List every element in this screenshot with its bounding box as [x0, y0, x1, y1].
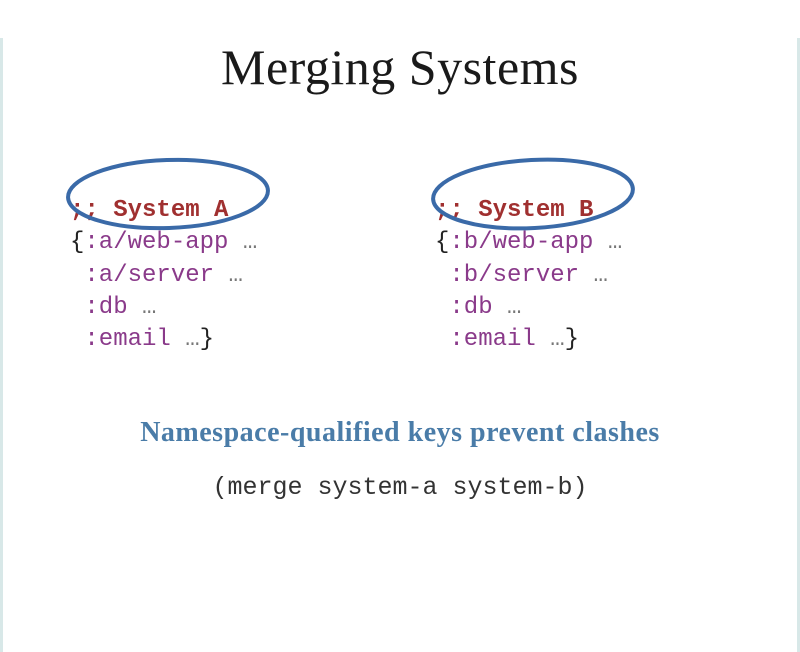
system-b-comment: ;; System B — [435, 197, 593, 224]
key-b-email: :email — [449, 326, 535, 353]
close-brace-a: } — [200, 326, 214, 353]
system-a-comment: ;; System A — [70, 197, 228, 224]
key-b-web-app: :b/web-app — [449, 229, 593, 256]
key-a-web-app: :a/web-app — [84, 229, 228, 256]
ellipsis: … — [507, 294, 521, 321]
close-brace-b: } — [565, 326, 579, 353]
key-a-email: :email — [84, 326, 170, 353]
ellipsis: … — [142, 294, 156, 321]
open-brace-b: { — [435, 229, 449, 256]
open-brace-a: { — [70, 229, 84, 256]
ellipsis: … — [550, 326, 564, 353]
ellipsis: … — [228, 262, 242, 289]
key-a-server: :a/server — [84, 262, 214, 289]
key-b-db: :db — [449, 294, 492, 321]
slide-title: Merging Systems — [0, 38, 800, 96]
key-b-server: :b/server — [449, 262, 579, 289]
systems-row: ;; System A {:a/web-app … :a/server … :d… — [0, 130, 800, 389]
ellipsis: … — [593, 262, 607, 289]
key-a-db: :db — [84, 294, 127, 321]
slide-border-left — [0, 38, 3, 652]
ellipsis: … — [608, 229, 622, 256]
merge-expression: (merge system-a system-b) — [0, 473, 800, 502]
ellipsis: … — [185, 326, 199, 353]
system-b-block: ;; System B {:b/web-app … :b/server … :d… — [435, 130, 622, 389]
ellipsis: … — [243, 229, 257, 256]
annotation-text: Namespace-qualified keys prevent clashes — [0, 417, 800, 449]
system-a-block: ;; System A {:a/web-app … :a/server … :d… — [70, 130, 435, 389]
